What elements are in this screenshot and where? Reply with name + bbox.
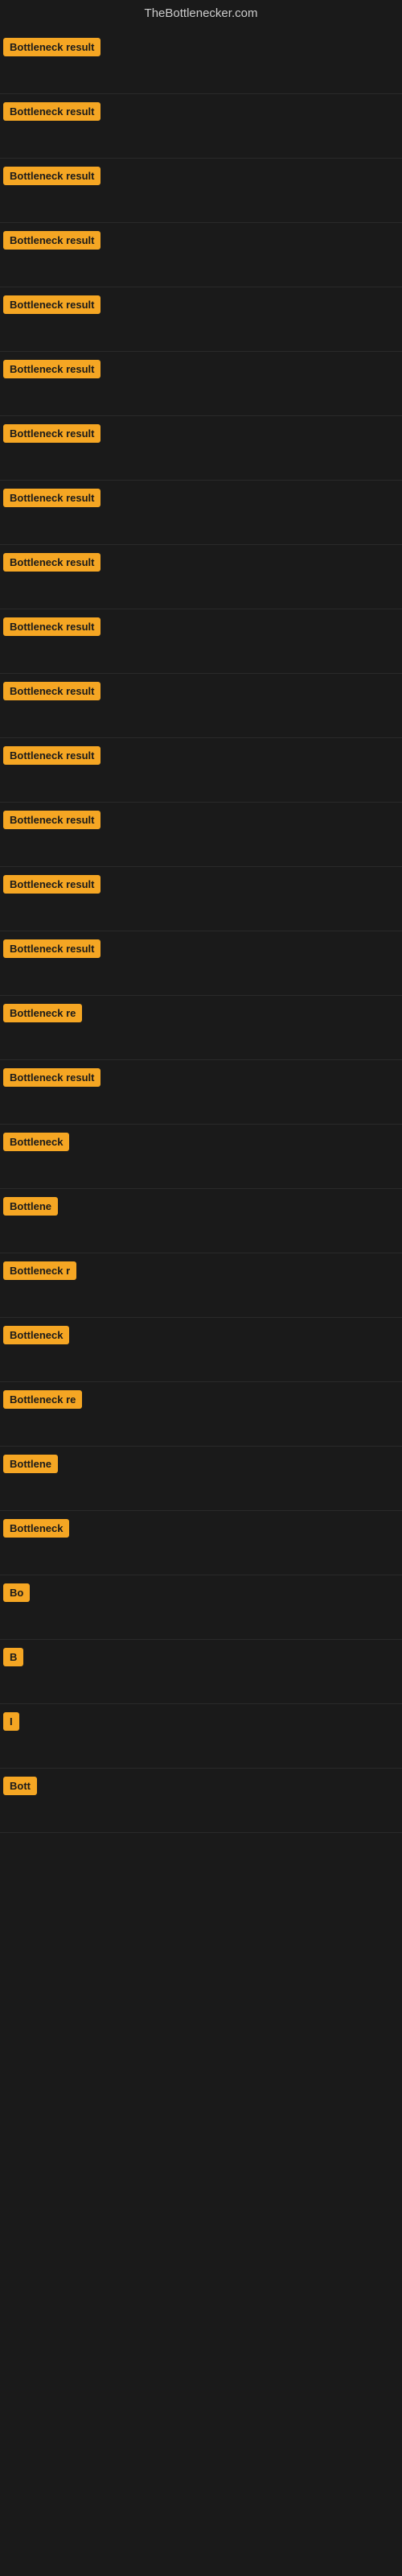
bottleneck-item-27: I <box>0 1704 402 1769</box>
bottleneck-badge: Bottleneck <box>3 1326 69 1344</box>
bottleneck-item-2: Bottleneck result <box>0 159 402 223</box>
bottleneck-item-19: Bottleneck r <box>0 1253 402 1318</box>
bottleneck-badge: Bottleneck result <box>3 102 100 121</box>
bottleneck-badge: B <box>3 1648 23 1666</box>
bottleneck-badge: Bottlene <box>3 1197 58 1216</box>
bottleneck-item-8: Bottleneck result <box>0 545 402 609</box>
bottleneck-badge: Bottleneck result <box>3 231 100 250</box>
bottleneck-badge: Bottleneck r <box>3 1261 76 1280</box>
bottleneck-item-0: Bottleneck result <box>0 30 402 94</box>
page-container: TheBottlenecker.com Bottleneck resultBot… <box>0 0 402 2576</box>
bottleneck-item-25: B <box>0 1640 402 1704</box>
bottleneck-badge: Bottleneck result <box>3 1068 100 1087</box>
bottleneck-item-10: Bottleneck result <box>0 674 402 738</box>
bottleneck-badge: Bottleneck re <box>3 1004 82 1022</box>
bottleneck-badge: Bottleneck result <box>3 489 100 507</box>
site-title-text: TheBottlenecker.com <box>145 6 258 20</box>
bottleneck-item-7: Bottleneck result <box>0 481 402 545</box>
bottleneck-badge: Bottleneck result <box>3 939 100 958</box>
bottleneck-badge: Bottleneck <box>3 1133 69 1151</box>
bottleneck-badge: Bottleneck <box>3 1519 69 1538</box>
bottleneck-item-5: Bottleneck result <box>0 352 402 416</box>
bottleneck-badge: Bottleneck result <box>3 746 100 765</box>
bottleneck-item-20: Bottleneck <box>0 1318 402 1382</box>
bottleneck-item-3: Bottleneck result <box>0 223 402 287</box>
bottleneck-badge: Bottleneck re <box>3 1390 82 1409</box>
bottleneck-item-9: Bottleneck result <box>0 609 402 674</box>
bottleneck-badge: Bott <box>3 1777 37 1795</box>
items-container: Bottleneck result Bottleneck result Bottle… <box>0 30 402 1833</box>
bottleneck-item-22: Bottlene <box>0 1447 402 1511</box>
bottleneck-badge: Bottleneck result <box>3 424 100 443</box>
bottleneck-badge: Bottlene <box>3 1455 58 1473</box>
bottleneck-badge: Bottleneck result <box>3 360 100 378</box>
bottleneck-badge: Bottleneck result <box>3 875 100 894</box>
bottleneck-badge: Bottleneck result <box>3 553 100 572</box>
bottleneck-item-14: Bottleneck result <box>0 931 402 996</box>
bottleneck-item-28: Bott <box>0 1769 402 1833</box>
bottleneck-badge: Bottleneck result <box>3 295 100 314</box>
bottleneck-item-18: Bottlene <box>0 1189 402 1253</box>
bottleneck-badge: Bottleneck result <box>3 811 100 829</box>
bottleneck-badge: Bottleneck result <box>3 167 100 185</box>
bottleneck-item-11: Bottleneck result <box>0 738 402 803</box>
bottleneck-badge: Bo <box>3 1583 30 1602</box>
bottleneck-badge: Bottleneck result <box>3 617 100 636</box>
bottleneck-item-16: Bottleneck result <box>0 1060 402 1125</box>
bottleneck-item-24: Bo <box>0 1575 402 1640</box>
site-title: TheBottlenecker.com <box>0 0 402 30</box>
bottleneck-badge: Bottleneck result <box>3 682 100 700</box>
bottleneck-item-21: Bottleneck re <box>0 1382 402 1447</box>
bottleneck-item-6: Bottleneck result <box>0 416 402 481</box>
bottleneck-item-23: Bottleneck <box>0 1511 402 1575</box>
bottleneck-item-1: Bottleneck result <box>0 94 402 159</box>
bottleneck-item-15: Bottleneck re <box>0 996 402 1060</box>
bottleneck-item-4: Bottleneck result <box>0 287 402 352</box>
bottleneck-badge: I <box>3 1712 19 1731</box>
bottleneck-badge: Bottleneck result <box>3 38 100 56</box>
bottleneck-item-12: Bottleneck result <box>0 803 402 867</box>
bottleneck-item-17: Bottleneck <box>0 1125 402 1189</box>
bottleneck-item-13: Bottleneck result <box>0 867 402 931</box>
